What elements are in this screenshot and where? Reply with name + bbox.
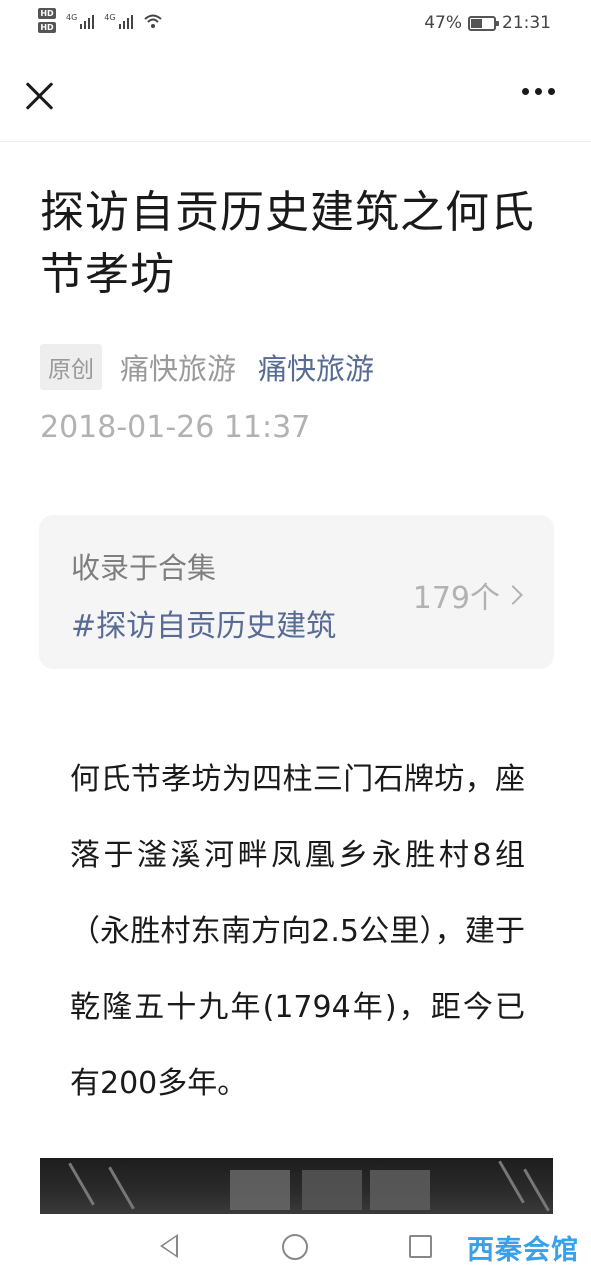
more-icon[interactable]	[522, 88, 555, 95]
author-name: 痛快旅游	[120, 352, 237, 386]
top-nav-bar	[0, 48, 591, 142]
battery-icon	[468, 15, 499, 31]
signal-icon: 4G	[66, 12, 95, 29]
hd-indicators: HD HD	[38, 8, 56, 33]
status-left: HD HD 4G 4G	[38, 8, 163, 33]
clock: 21:31	[502, 13, 551, 33]
network-type-label: 4G	[66, 12, 78, 22]
article-meta: 原创 痛快旅游 痛快旅游	[40, 344, 374, 390]
home-icon[interactable]	[282, 1234, 308, 1260]
network-type-label: 4G	[104, 12, 116, 22]
article-title: 探访自贡历史建筑之何氏节孝坊	[40, 187, 535, 300]
signal-icon: 4G	[104, 12, 133, 29]
article-paragraph: 何氏节孝坊为四柱三门石牌坊，座落于滏溪河畔凤凰乡永胜村8组（永胜村东南方向2.5…	[70, 762, 525, 1101]
system-nav-bar: 西秦会馆	[0, 1214, 591, 1280]
watermark: 西秦会馆	[467, 1235, 579, 1266]
account-link[interactable]: 痛快旅游	[258, 346, 374, 388]
status-bar: HD HD 4G 4G 47% 21:31	[0, 0, 591, 48]
wifi-icon	[143, 14, 162, 28]
collection-count[interactable]: 179个	[412, 573, 523, 617]
close-icon[interactable]	[22, 78, 56, 112]
chevron-right-icon	[503, 585, 523, 605]
hd-icon: HD	[38, 8, 56, 19]
status-right: 47% 21:31	[424, 13, 551, 33]
hd-icon: HD	[38, 22, 56, 33]
original-tag: 原创	[40, 344, 102, 390]
battery-fill	[471, 18, 483, 28]
collection-name[interactable]: #探访自贡历史建筑	[71, 601, 336, 645]
publish-date: 2018-01-26 11:37	[40, 410, 311, 445]
collection-label: 收录于合集	[71, 551, 217, 585]
battery-percent: 47%	[424, 13, 462, 33]
article-image[interactable]	[40, 1158, 553, 1214]
collection-card[interactable]: 收录于合集 #探访自贡历史建筑 179个	[39, 515, 554, 669]
recents-icon[interactable]	[409, 1235, 432, 1258]
collection-count-text: 179个	[412, 581, 500, 616]
